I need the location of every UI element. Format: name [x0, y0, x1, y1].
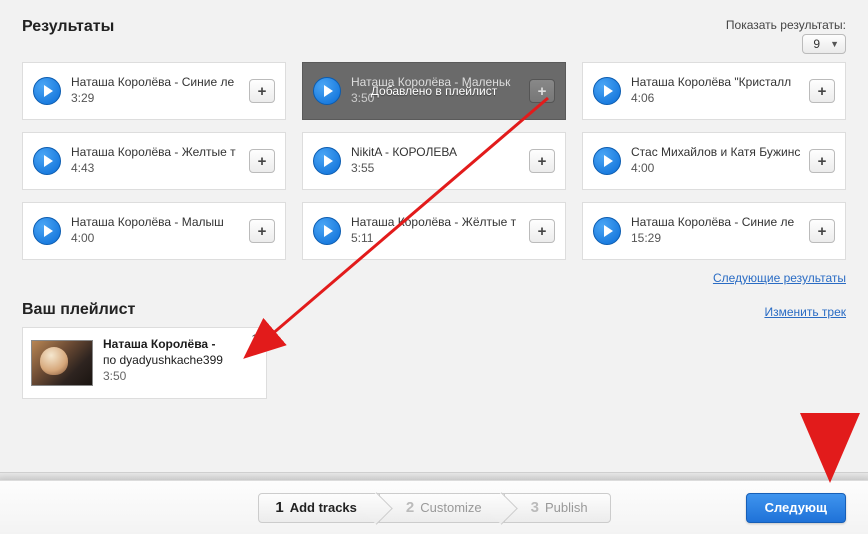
playlist-item-thumb: [31, 340, 93, 386]
track-duration: 5:11: [351, 231, 521, 247]
play-icon: [324, 85, 333, 97]
track-duration: 3:29: [71, 91, 241, 107]
track-title: Наташа Королёва - Жёлтые т: [351, 215, 521, 231]
wizard-step-number: 1: [275, 499, 283, 516]
add-button[interactable]: +: [249, 219, 275, 243]
wizard-step[interactable]: 3 Publish: [504, 493, 611, 523]
play-icon: [44, 85, 53, 97]
results-heading: Результаты: [22, 18, 114, 36]
track-title: Наташа Королёва - Маленьк: [351, 75, 521, 91]
playlist-item-title: Наташа Королёва -: [103, 336, 223, 352]
track-info: Наташа Королёва - Жёлтые т5:11: [351, 215, 521, 246]
playlist-area: 1 Наташа Королёва -по dyadyushkache3993:5…: [22, 327, 846, 399]
wizard-step[interactable]: 2 Customize: [379, 493, 505, 523]
wizard-step-number: 2: [406, 499, 414, 516]
results-count-select[interactable]: 9 ▼: [802, 34, 846, 54]
add-button[interactable]: +: [249, 149, 275, 173]
track-card: Наташа Королёва - Синие ле3:29 +: [22, 62, 286, 120]
track-title: Наташа Королёва "Кристалл: [631, 75, 801, 91]
chevron-down-icon: ▼: [830, 39, 839, 49]
track-title: Стас Михайлов и Катя Бужинс: [631, 145, 801, 161]
playlist-item-info: Наташа Королёва -по dyadyushkache3993:50: [103, 336, 223, 390]
play-icon: [604, 85, 613, 97]
play-button[interactable]: [313, 147, 341, 175]
add-button[interactable]: +: [529, 219, 555, 243]
next-button[interactable]: Следующ: [746, 493, 846, 523]
track-title: Наташа Королёва - Синие ле: [71, 75, 241, 91]
play-button[interactable]: [593, 147, 621, 175]
results-count-value: 9: [813, 37, 820, 51]
wizard-step-number: 3: [531, 499, 539, 516]
play-icon: [604, 225, 613, 237]
edit-track-link[interactable]: Изменить трек: [764, 305, 846, 319]
add-button[interactable]: +: [529, 79, 555, 103]
divider: [0, 472, 868, 480]
play-icon: [44, 155, 53, 167]
track-info: Наташа Королёва - Желтые т4:43: [71, 145, 241, 176]
track-card: Наташа Королёва - Малыш4:00 +: [22, 202, 286, 260]
play-button[interactable]: [593, 77, 621, 105]
track-card: Наташа Королёва - Синие ле15:29 +: [582, 202, 846, 260]
track-card: Наташа Королёва - Маленьк3:50Добавлено в…: [302, 62, 566, 120]
track-title: Наташа Королёва - Желтые т: [71, 145, 241, 161]
track-duration: 15:29: [631, 231, 801, 247]
play-icon: [324, 225, 333, 237]
results-count-label: Показать результаты:: [726, 18, 846, 32]
play-button[interactable]: [33, 147, 61, 175]
playlist-item-sub: по dyadyushkache399: [103, 352, 223, 368]
track-card: NikitA - КОРОЛЕВА3:55 +: [302, 132, 566, 190]
footer-bar: 1 Add tracks 2 Customize 3 Publish Следующ: [0, 480, 868, 534]
track-card: Стас Михайлов и Катя Бужинс4:00 +: [582, 132, 846, 190]
results-grid: Наташа Королёва - Синие ле3:29+Наташа Ко…: [22, 62, 846, 260]
wizard-step-label: Customize: [420, 500, 481, 515]
play-icon: [44, 225, 53, 237]
add-button[interactable]: +: [809, 219, 835, 243]
results-count-control: Показать результаты: 9 ▼: [726, 18, 846, 54]
track-title: NikitA - КОРОЛЕВА: [351, 145, 521, 161]
play-button[interactable]: [313, 77, 341, 105]
track-info: Наташа Королёва - Малыш4:00: [71, 215, 241, 246]
track-duration: 4:06: [631, 91, 801, 107]
play-button[interactable]: [593, 217, 621, 245]
playlist-item-index: 1: [251, 332, 258, 346]
play-button[interactable]: [33, 77, 61, 105]
play-icon: [324, 155, 333, 167]
playlist-item[interactable]: 1 Наташа Королёва -по dyadyushkache3993:5…: [22, 327, 267, 399]
wizard-step[interactable]: 1 Add tracks: [258, 493, 380, 523]
track-info: Стас Михайлов и Катя Бужинс4:00: [631, 145, 801, 176]
track-card: Наташа Королёва - Желтые т4:43 +: [22, 132, 286, 190]
wizard-step-label: Publish: [545, 500, 588, 515]
track-title: Наташа Королёва - Малыш: [71, 215, 241, 231]
next-results-link[interactable]: Следующие результаты: [713, 271, 846, 285]
add-button[interactable]: +: [529, 149, 555, 173]
track-card: Наташа Королёва "Кристалл4:06 +: [582, 62, 846, 120]
track-info: Наташа Королёва "Кристалл4:06: [631, 75, 801, 106]
track-title: Наташа Королёва - Синие ле: [631, 215, 801, 231]
track-card: Наташа Королёва - Жёлтые т5:11 +: [302, 202, 566, 260]
track-info: NikitA - КОРОЛЕВА3:55: [351, 145, 521, 176]
play-button[interactable]: [33, 217, 61, 245]
track-info: Наташа Королёва - Синие ле3:29: [71, 75, 241, 106]
track-info: Наташа Королёва - Синие ле15:29: [631, 215, 801, 246]
wizard-step-label: Add tracks: [290, 500, 357, 515]
playlist-heading: Ваш плейлист: [22, 301, 135, 319]
wizard-steps: 1 Add tracks 2 Customize 3 Publish: [258, 493, 609, 523]
play-button[interactable]: [313, 217, 341, 245]
add-button[interactable]: +: [809, 79, 835, 103]
track-duration: 4:43: [71, 161, 241, 177]
track-duration: 4:00: [71, 231, 241, 247]
track-duration: 4:00: [631, 161, 801, 177]
track-duration: 3:55: [351, 161, 521, 177]
track-duration: 3:50: [351, 91, 521, 107]
track-info: Наташа Королёва - Маленьк3:50: [351, 75, 521, 106]
play-icon: [604, 155, 613, 167]
playlist-item-duration: 3:50: [103, 368, 223, 384]
add-button[interactable]: +: [809, 149, 835, 173]
add-button[interactable]: +: [249, 79, 275, 103]
